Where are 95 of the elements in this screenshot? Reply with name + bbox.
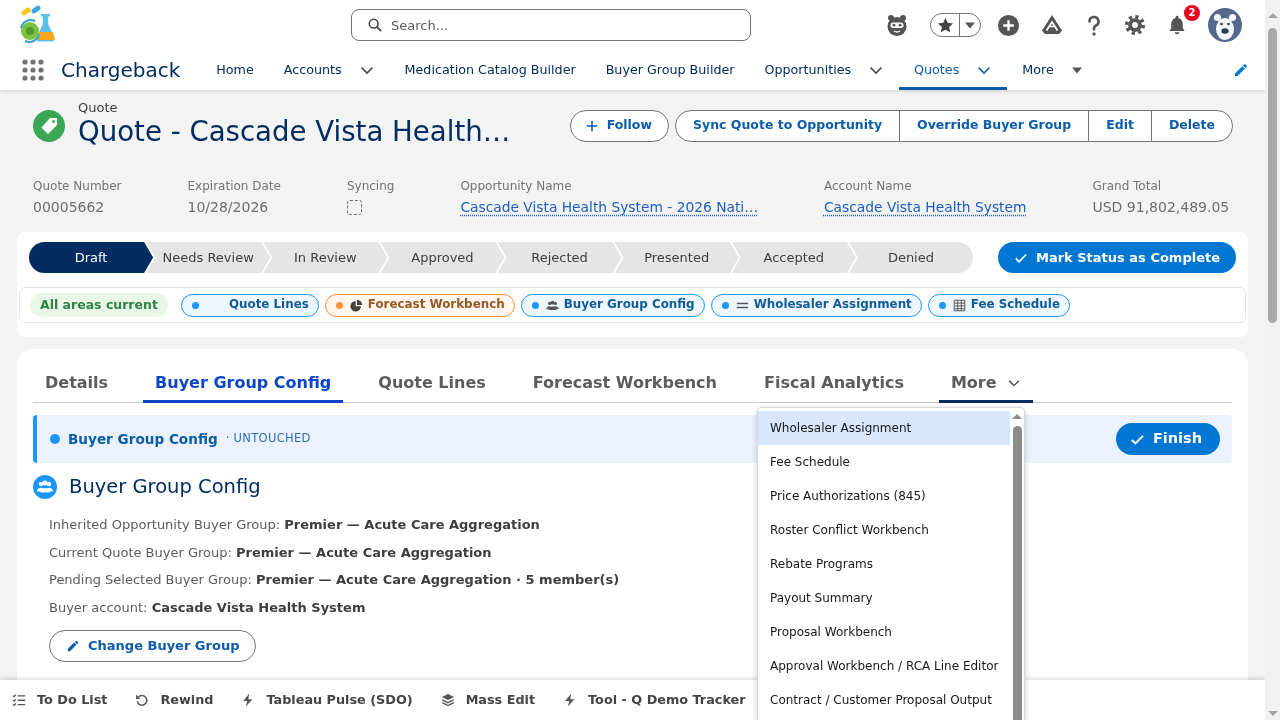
star-icon	[936, 15, 955, 35]
record-tab[interactable]: Forecast Workbench	[520, 365, 729, 403]
nav-tab[interactable]: Medication Catalog Builder	[389, 50, 591, 90]
search-icon	[368, 18, 382, 32]
flask-logo-icon	[17, 5, 57, 45]
field-label: Opportunity Name	[460, 178, 573, 194]
change-group-button[interactable]: Change Buyer Group	[49, 629, 257, 662]
field-link[interactable]: Cascade Vista Health System - 2026 Nati…	[460, 196, 758, 218]
nav-tab[interactable]: Home	[201, 50, 269, 90]
mountain-icon[interactable]	[1040, 13, 1064, 37]
field-label: Syncing	[346, 178, 395, 194]
record-tab[interactable]: Quote Lines	[366, 365, 498, 403]
nav-tab[interactable]: More	[1007, 50, 1098, 90]
section-title: Buyer Group Config	[69, 475, 261, 499]
record-title: Quote - Cascade Vista Health…	[78, 116, 511, 147]
utility-item[interactable]: Tableau Pulse (SDO)	[241, 680, 413, 720]
pencil-icon	[66, 638, 80, 653]
action-button[interactable]: Sync Quote to Opportunity	[675, 109, 901, 142]
search-field[interactable]: Search...	[351, 9, 751, 41]
add-icon[interactable]	[997, 13, 1020, 37]
status-dot	[50, 434, 60, 444]
action-button[interactable]: Edit	[1088, 109, 1152, 142]
circular-arrow-icon	[135, 693, 150, 707]
detail-line: Current Quote Buyer Group: Premier — Acute Care Aggregation	[49, 543, 492, 562]
utility-item[interactable]: Mass Edit	[440, 680, 536, 720]
favorites-button[interactable]	[930, 13, 981, 37]
utility-item[interactable]: To Do List	[12, 680, 108, 720]
path-stage[interactable]: Approved	[380, 242, 505, 273]
field-label: Quote Number	[33, 178, 122, 194]
menu-item[interactable]: Fee Schedule	[758, 445, 1011, 479]
menu-item[interactable]: Contract / Customer Proposal Output	[758, 683, 1011, 717]
table-icon	[952, 298, 966, 312]
record-tab[interactable]: Buyer Group Config	[143, 365, 344, 403]
field-link[interactable]: Cascade Vista Health System	[823, 196, 1027, 218]
menu-item[interactable]: Rebate Programs	[758, 547, 1011, 581]
path-stage[interactable]: Presented	[614, 242, 739, 273]
mascot-face-icon[interactable]	[885, 13, 909, 37]
nav-tab[interactable]: Buyer Group Builder	[590, 50, 750, 90]
path-stage[interactable]: Accepted	[731, 242, 856, 273]
path-stage[interactable]: In Review	[263, 242, 388, 273]
avatar-icon[interactable]	[1208, 8, 1242, 42]
tag-icon	[33, 109, 65, 142]
path-stage[interactable]: Denied	[848, 242, 973, 273]
checklist-icon	[12, 693, 26, 707]
field-value: 00005662	[33, 198, 106, 217]
object-type-label: Quote	[78, 100, 119, 116]
path-stage[interactable]: Draft	[29, 242, 154, 273]
app-name: Chargeback	[61, 57, 181, 84]
detail-line: Pending Selected Buyer Group: Premier — Acute Care Aggregation · 5 member(s)	[49, 571, 620, 590]
nav-tab[interactable]: Quotes	[899, 50, 1008, 90]
checkbox[interactable]	[346, 200, 362, 215]
menu-item[interactable]: Wholesaler Assignment	[758, 411, 1011, 445]
area-chip[interactable]: Fee Schedule	[927, 293, 1070, 317]
record-tab[interactable]: Details	[33, 365, 121, 403]
status-badge: All areas current	[30, 292, 168, 318]
path-stage[interactable]: Needs Review	[146, 242, 271, 273]
notification-badge: 2	[1184, 5, 1200, 21]
finish-button[interactable]: Finish	[1115, 423, 1220, 455]
layers-icon	[440, 693, 455, 707]
area-chip[interactable]: Buyer Group Config	[520, 293, 705, 317]
detail-line: Buyer account: Cascade Vista Health System	[49, 599, 366, 618]
action-button[interactable]: Delete	[1150, 109, 1233, 142]
follow-button[interactable]: Follow	[569, 109, 669, 142]
nav-tab[interactable]: Opportunities	[749, 50, 900, 90]
banner-title: Buyer Group Config	[68, 429, 218, 449]
menu-item[interactable]: Price Authorizations (845)	[758, 479, 1011, 513]
field-label: Grand Total	[1092, 178, 1163, 194]
field-value: 10/28/2026	[187, 198, 270, 217]
record-tab[interactable]: Fiscal Analytics	[752, 365, 916, 403]
app-launcher-icon[interactable]	[22, 59, 44, 81]
action-button[interactable]: Override Buyer Group	[899, 109, 1090, 142]
area-chip[interactable]: Wholesaler Assignment	[710, 293, 922, 317]
field-value: USD 91,802,489.05	[1092, 198, 1230, 217]
field-label: Account Name	[823, 178, 913, 194]
utility-item[interactable]: Tool - Q Demo Tracker	[563, 680, 746, 720]
nav-tab[interactable]: Accounts	[268, 50, 390, 90]
path-stage[interactable]: Rejected	[497, 242, 622, 273]
menu-item[interactable]: Proposal Workbench	[758, 615, 1011, 649]
utility-item[interactable]: Rewind	[135, 680, 214, 720]
status-label: · UNTOUCHED	[225, 430, 311, 448]
more-tab[interactable]: More	[938, 365, 1033, 403]
pencil-icon[interactable]	[1233, 62, 1249, 78]
people-icon	[33, 475, 57, 499]
menu-item[interactable]: Roster Conflict Workbench	[758, 513, 1011, 547]
pie-chart-icon	[349, 298, 363, 312]
area-chip[interactable]: Quote Lines	[180, 293, 319, 317]
plus-icon	[584, 118, 599, 133]
mark-complete-button[interactable]: Mark Status as Complete	[998, 242, 1236, 273]
field-label: Expiration Date	[187, 178, 281, 194]
people-icon	[545, 298, 559, 312]
menu-item[interactable]: Payout Summary	[758, 581, 1011, 615]
detail-line: Inherited Opportunity Buyer Group: Premier — Acute Care Aggregation	[49, 516, 540, 534]
settings-icon[interactable]	[1124, 14, 1146, 36]
menu-item[interactable]: Approval Workbench / RCA Line Editor	[758, 649, 1011, 683]
area-chip[interactable]: Forecast Workbench	[324, 293, 515, 317]
